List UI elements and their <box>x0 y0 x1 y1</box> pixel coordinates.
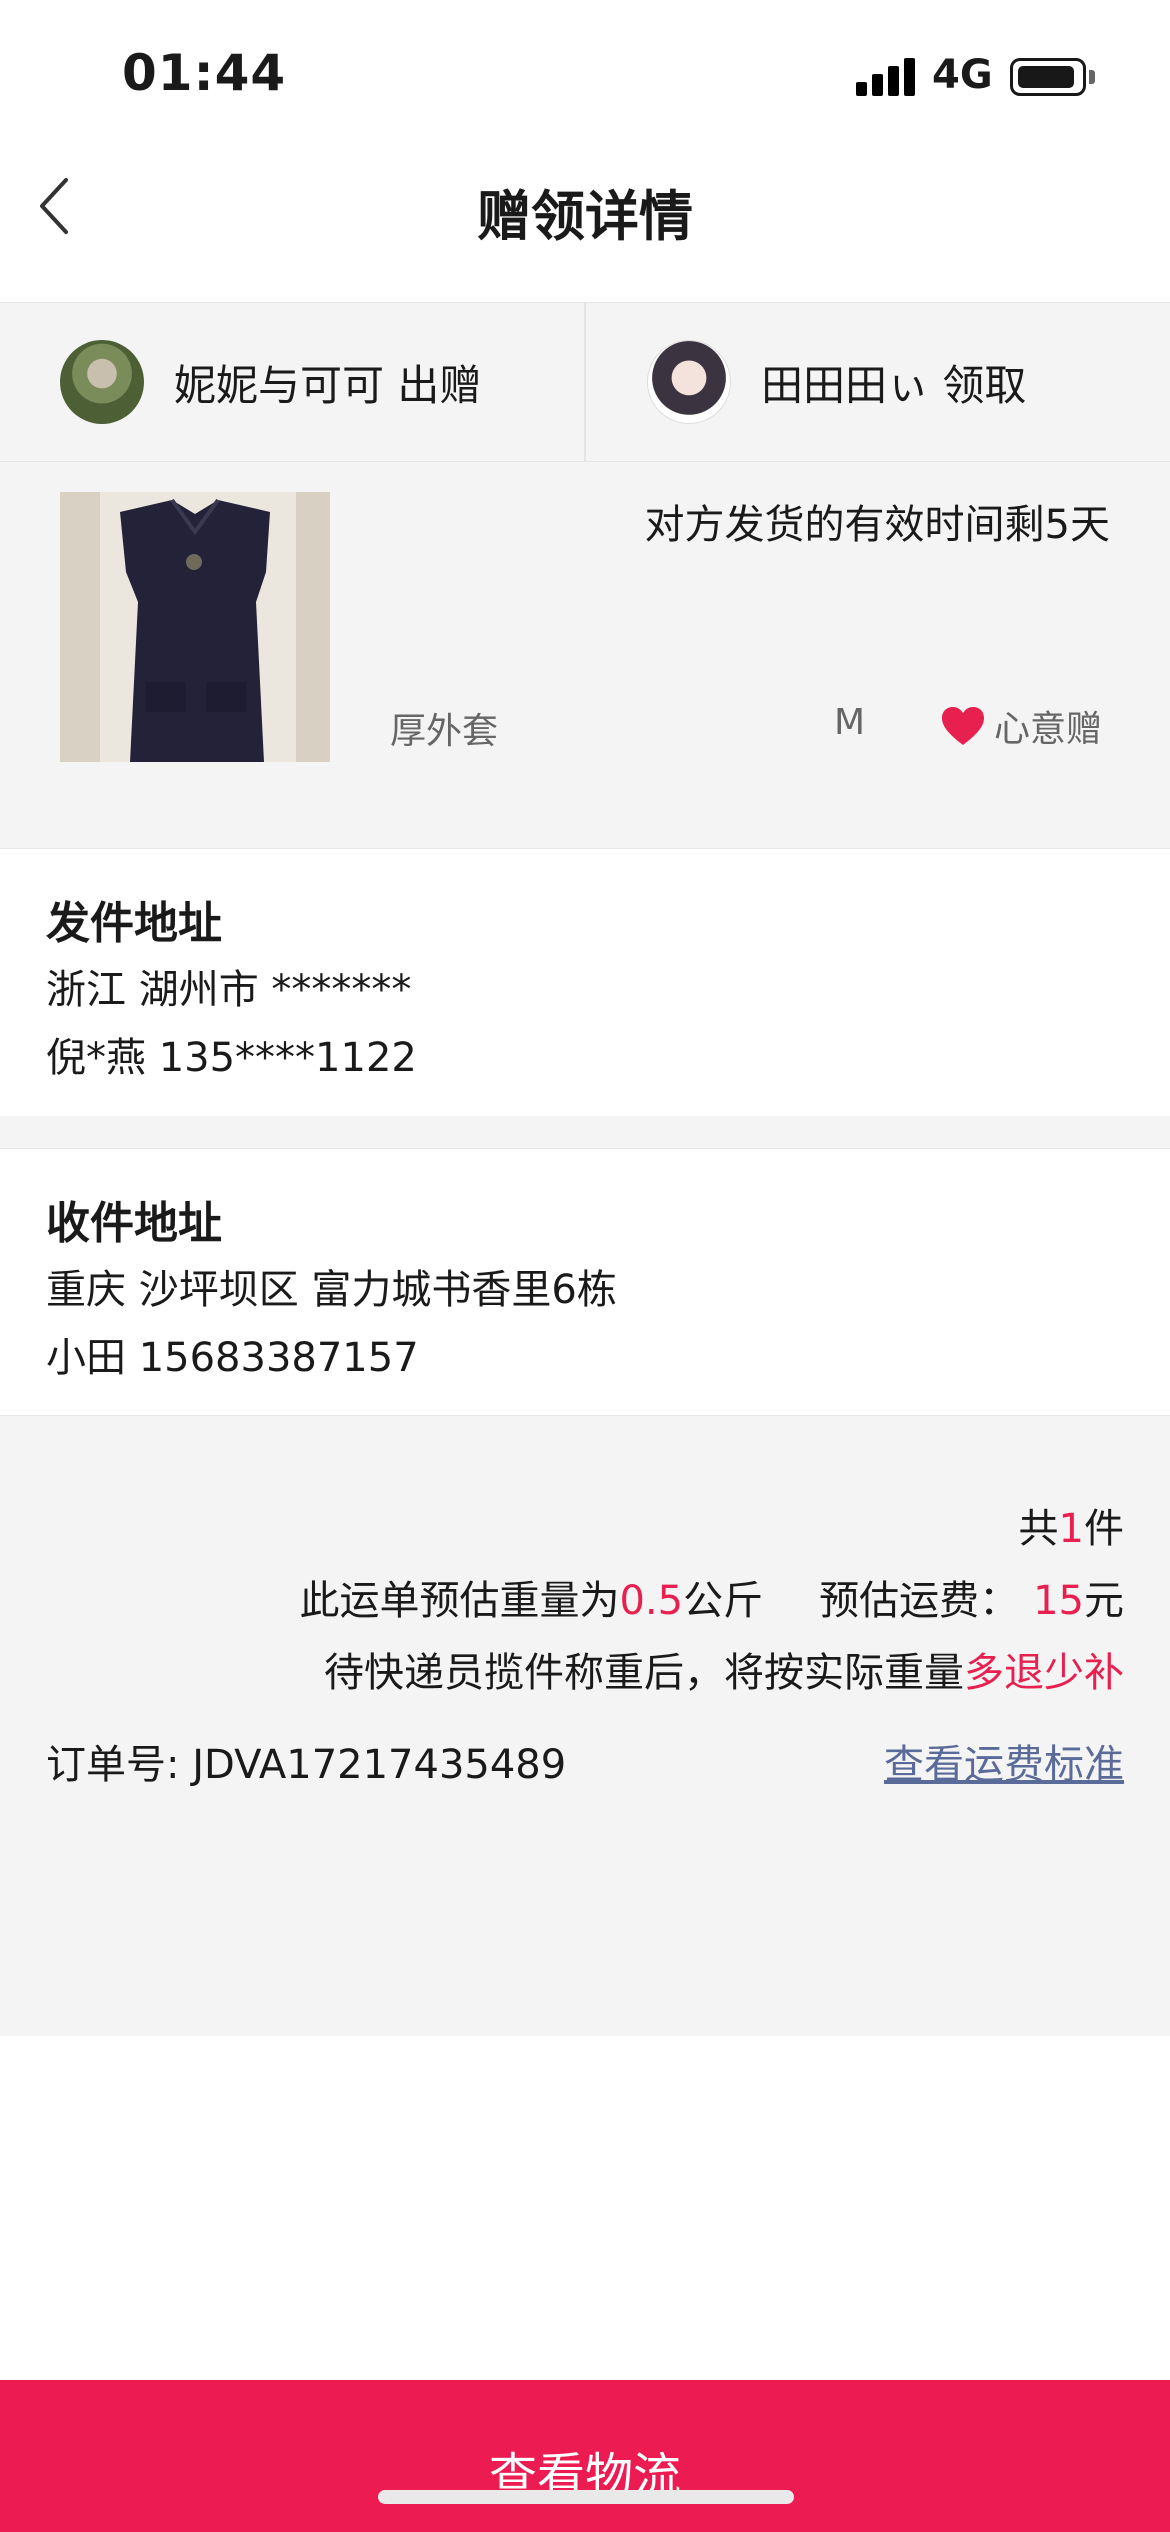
item-photo <box>60 492 330 762</box>
network-type: 4G <box>932 52 993 98</box>
status-time: 01:44 <box>122 44 287 102</box>
item-count-suffix: 件 <box>1084 1506 1124 1552</box>
receiver-contact: 小田 15683387157 <box>46 1335 419 1381</box>
sender-address-region: 浙江 湖州市 ******* <box>46 967 412 1013</box>
parties-row: 妮妮与可可 出赠 田田田ぃ 领取 <box>0 302 1170 462</box>
weight-note: 待快递员揽件称重后，将按实际重量多退少补 <box>324 1640 1124 1698</box>
order-number: 订单号: JDVA17217435489 <box>46 1742 567 1788</box>
item-name: 厚外套 <box>390 711 499 752</box>
item-count-prefix: 共 <box>1018 1506 1059 1552</box>
sender-address-card: 发件地址 浙江 湖州市 ******* 倪*燕 135****1122 <box>0 848 1170 1116</box>
weight-note-highlight: 多退少补 <box>964 1650 1124 1696</box>
receiver-address-card: 收件地址 重庆 沙坪坝区 富力城书香里6栋 小田 15683387157 <box>0 1148 1170 1416</box>
gift-type-label: 心意赠 <box>994 709 1103 750</box>
fee-label: 预估运费： <box>819 1578 1020 1624</box>
giver-avatar <box>60 340 144 424</box>
item-size: M <box>834 702 866 743</box>
view-logistics-button[interactable]: 查看物流 <box>0 2380 1170 2532</box>
receiver-avatar <box>647 340 731 424</box>
section-gap <box>0 1116 1170 1148</box>
weight-prefix: 此运单预估重量为 <box>299 1578 620 1624</box>
fee-unit: 元 <box>1084 1578 1124 1624</box>
receiver-address-title: 收件地址 <box>46 1198 222 1249</box>
fee-value: 15 <box>1033 1578 1084 1624</box>
gift-type-badge: 心意赠 <box>940 700 1102 752</box>
weight-note-text: 待快递员揽件称重后，将按实际重量 <box>324 1650 964 1696</box>
item-card[interactable]: 对方发货的有效时间剩5天 厚外套 M 心意赠 <box>0 462 1170 848</box>
sender-contact: 倪*燕 135****1122 <box>46 1035 417 1081</box>
home-indicator <box>378 2490 794 2504</box>
weight-fee-row: 此运单预估重量为0.5公斤 预估运费： 15元 <box>299 1568 1124 1626</box>
ship-deadline: 对方发货的有效时间剩5天 <box>644 502 1110 548</box>
fee-standard-link[interactable]: 查看运费标准 <box>884 1732 1124 1790</box>
weight-unit: 公斤 <box>683 1578 764 1624</box>
status-bar: 01:44 4G <box>0 0 1170 150</box>
item-count-value: 1 <box>1058 1506 1084 1552</box>
battery-icon <box>1010 58 1086 96</box>
giver-name: 妮妮与可可 出赠 <box>174 360 482 410</box>
giver[interactable]: 妮妮与可可 出赠 <box>0 303 584 461</box>
gift-detail-page: 01:44 4G 赠领详情 妮妮与可可 出赠 田田田ぃ 领取 对方发货的有效时间… <box>0 0 1170 2532</box>
page-title: 赠领详情 <box>477 185 693 248</box>
battery-cap <box>1089 70 1095 84</box>
shipping-info: 共1件 此运单预估重量为0.5公斤 预估运费： 15元 待快递员揽件称重后，将按实际… <box>0 1416 1170 2036</box>
signal-icon <box>856 58 916 96</box>
receiver-name: 田田田ぃ 领取 <box>761 360 1027 410</box>
receiver-address-region: 重庆 沙坪坝区 富力城书香里6栋 <box>46 1267 617 1313</box>
sender-address-title: 发件地址 <box>46 898 222 949</box>
receiver[interactable]: 田田田ぃ 领取 <box>585 303 1170 461</box>
weight-value: 0.5 <box>619 1578 684 1624</box>
dress-image <box>60 492 330 762</box>
item-count: 共1件 <box>1019 1496 1124 1554</box>
heart-icon <box>942 707 984 745</box>
